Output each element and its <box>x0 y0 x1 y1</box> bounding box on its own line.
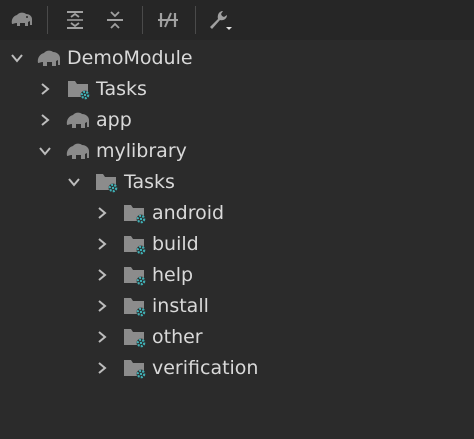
chevron-right-icon[interactable] <box>95 361 109 375</box>
toggle-offline-button[interactable] <box>152 0 184 40</box>
expand-all-icon <box>67 11 83 29</box>
elephant-icon <box>37 50 60 66</box>
chevron-right-icon[interactable] <box>38 82 52 96</box>
tree-item-label: help <box>152 264 194 286</box>
toolbar <box>0 0 474 40</box>
tree-item-label: install <box>152 295 209 317</box>
task-folder-icon <box>124 298 146 317</box>
chevron-right-icon[interactable] <box>95 330 109 344</box>
chevron-down-icon[interactable] <box>67 175 81 189</box>
chevron-right-icon[interactable] <box>95 206 109 220</box>
chevron-down-icon[interactable] <box>10 51 24 65</box>
tree-item-label: other <box>152 326 203 348</box>
task-folder-icon <box>96 174 118 193</box>
tree-item-mylibrary-tasks[interactable]: Tasks <box>0 167 474 198</box>
tree-item-app[interactable]: app <box>0 105 474 136</box>
tree-item-verification[interactable]: verification <box>0 353 474 384</box>
task-folder-icon <box>68 81 90 100</box>
elephant-icon <box>66 143 89 159</box>
tree-item-label: android <box>152 202 225 224</box>
tree-item-mylibrary[interactable]: mylibrary <box>0 136 474 167</box>
toolbar-separator <box>47 6 48 34</box>
tree-item-install[interactable]: install <box>0 291 474 322</box>
task-folder-icon <box>124 329 146 348</box>
chevron-down-icon[interactable] <box>38 144 52 158</box>
tree-item-other[interactable]: other <box>0 322 474 353</box>
tree-item-label: Tasks <box>124 171 175 193</box>
task-folder-icon <box>124 205 146 224</box>
toolbar-separator <box>142 6 143 34</box>
toolbar-separator <box>195 6 196 34</box>
tree-item-label: build <box>152 233 199 255</box>
chevron-right-icon[interactable] <box>95 237 109 251</box>
collapse-all-icon <box>107 11 123 29</box>
wrench-dropdown-icon <box>210 11 232 30</box>
chevron-right-icon[interactable] <box>95 299 109 313</box>
elephant-icon <box>66 112 89 128</box>
tree-item-label: verification <box>152 357 259 379</box>
tree-item-android[interactable]: android <box>0 198 474 229</box>
tree-item-label: Tasks <box>96 78 147 100</box>
tree-item-label: DemoModule <box>67 47 193 69</box>
gradle-button[interactable] <box>6 0 38 40</box>
tree-item-build[interactable]: build <box>0 229 474 260</box>
expand-all-button[interactable] <box>59 0 91 40</box>
elephant-icon <box>11 12 32 26</box>
task-folder-icon <box>124 236 146 255</box>
task-folder-icon <box>124 360 146 379</box>
collapse-all-button[interactable] <box>99 0 131 40</box>
tree-item-label: mylibrary <box>96 140 187 162</box>
chevron-right-icon[interactable] <box>95 268 109 282</box>
tree-item-label: app <box>96 109 132 131</box>
toggle-offline-icon <box>158 12 178 28</box>
chevron-right-icon[interactable] <box>38 113 52 127</box>
task-folder-icon <box>124 267 146 286</box>
gradle-tool-window: DemoModule Tasks app mylibrary Tasks and… <box>0 0 474 439</box>
tree-item-help[interactable]: help <box>0 260 474 291</box>
build-tool-settings-button[interactable] <box>204 0 236 40</box>
tree-item-demomodule[interactable]: DemoModule <box>0 43 474 74</box>
tree-item-tasks[interactable]: Tasks <box>0 74 474 105</box>
